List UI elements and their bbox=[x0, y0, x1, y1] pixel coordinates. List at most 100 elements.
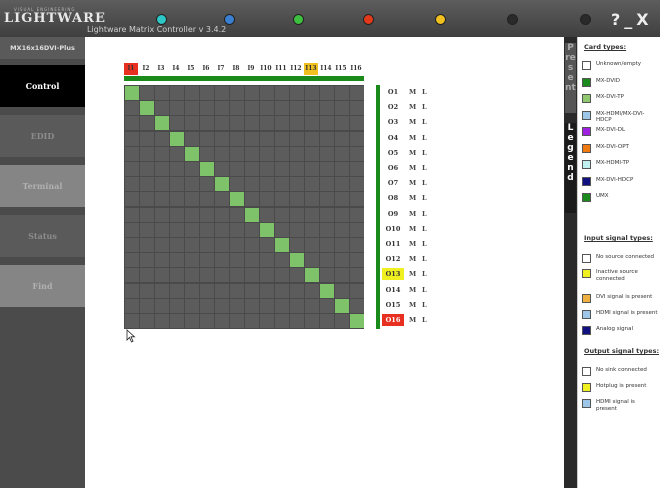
mute-button[interactable]: M bbox=[409, 116, 416, 128]
crosspoint-cell[interactable] bbox=[320, 101, 334, 116]
tab-present[interactable]: Present bbox=[565, 43, 576, 113]
crosspoint-cell[interactable] bbox=[290, 116, 304, 131]
output-label-o5[interactable]: O5 bbox=[382, 147, 404, 159]
crosspoint-cell[interactable] bbox=[290, 314, 304, 328]
crosspoint-cell[interactable] bbox=[350, 86, 364, 100]
crosspoint-cell[interactable] bbox=[200, 177, 214, 192]
mute-button[interactable]: M bbox=[409, 223, 416, 235]
crosspoint-cell[interactable] bbox=[350, 222, 364, 237]
crosspoint-cell[interactable] bbox=[320, 283, 334, 298]
crosspoint-cell[interactable] bbox=[125, 268, 139, 283]
crosspoint-cell[interactable] bbox=[275, 253, 289, 268]
crosspoint-cell[interactable] bbox=[335, 253, 349, 268]
crosspoint-cell[interactable] bbox=[350, 207, 364, 222]
crosspoint-cell[interactable] bbox=[200, 116, 214, 131]
crosspoint-cell[interactable] bbox=[140, 101, 154, 116]
crosspoint-cell[interactable] bbox=[215, 101, 229, 116]
crosspoint-cell[interactable] bbox=[320, 298, 334, 313]
crosspoint-cell[interactable] bbox=[350, 298, 364, 313]
crosspoint-cell[interactable] bbox=[140, 116, 154, 131]
output-label-o11[interactable]: O11 bbox=[382, 238, 404, 250]
crosspoint-cell[interactable] bbox=[305, 207, 319, 222]
output-label-o15[interactable]: O15 bbox=[382, 299, 404, 311]
crosspoint-cell[interactable] bbox=[200, 253, 214, 268]
crosspoint-cell[interactable] bbox=[125, 253, 139, 268]
input-header-i12[interactable]: I12 bbox=[289, 63, 303, 75]
crosspoint-cell[interactable] bbox=[125, 192, 139, 207]
crosspoint-cell[interactable] bbox=[335, 222, 349, 237]
output-label-o7[interactable]: O7 bbox=[382, 177, 404, 189]
crosspoint-cell[interactable] bbox=[290, 222, 304, 237]
input-header-i11[interactable]: I11 bbox=[274, 63, 288, 75]
crosspoint-cell[interactable] bbox=[350, 283, 364, 298]
crosspoint-cell[interactable] bbox=[260, 101, 274, 116]
crosspoint-cell[interactable] bbox=[290, 131, 304, 146]
mute-button[interactable]: M bbox=[409, 101, 416, 113]
crosspoint-cell[interactable] bbox=[260, 207, 274, 222]
lock-button[interactable]: L bbox=[422, 192, 427, 204]
lock-button[interactable]: L bbox=[422, 132, 427, 144]
crosspoint-cell[interactable] bbox=[230, 314, 244, 328]
crosspoint-cell[interactable] bbox=[245, 101, 259, 116]
mute-button[interactable]: M bbox=[409, 177, 416, 189]
crosspoint-cell[interactable] bbox=[275, 116, 289, 131]
crosspoint-cell[interactable] bbox=[290, 192, 304, 207]
mute-button[interactable]: M bbox=[409, 268, 416, 280]
crosspoint-cell[interactable] bbox=[275, 268, 289, 283]
crosspoint-cell[interactable] bbox=[170, 253, 184, 268]
crosspoint-cell[interactable] bbox=[245, 131, 259, 146]
crosspoint-cell[interactable] bbox=[140, 222, 154, 237]
crosspoint-cell[interactable] bbox=[350, 268, 364, 283]
crosspoint-cell[interactable] bbox=[335, 283, 349, 298]
crosspoint-cell[interactable] bbox=[305, 283, 319, 298]
output-label-o1[interactable]: O1 bbox=[382, 86, 404, 98]
crosspoint-cell[interactable] bbox=[275, 222, 289, 237]
crosspoint-cell[interactable] bbox=[245, 192, 259, 207]
crosspoint-cell[interactable] bbox=[230, 101, 244, 116]
crosspoint-cell[interactable] bbox=[230, 86, 244, 100]
crosspoint-cell[interactable] bbox=[200, 101, 214, 116]
crosspoint-cell[interactable] bbox=[125, 162, 139, 176]
lock-button[interactable]: L bbox=[422, 223, 427, 235]
crosspoint-cell[interactable] bbox=[140, 162, 154, 176]
crosspoint-cell[interactable] bbox=[185, 192, 199, 207]
crosspoint-cell[interactable] bbox=[185, 101, 199, 116]
crosspoint-cell[interactable] bbox=[155, 162, 169, 176]
crosspoint-cell[interactable] bbox=[245, 314, 259, 328]
lock-button[interactable]: L bbox=[422, 162, 427, 174]
crosspoint-cell[interactable] bbox=[125, 131, 139, 146]
crosspoint-cell[interactable] bbox=[305, 177, 319, 192]
crosspoint-cell[interactable] bbox=[320, 222, 334, 237]
crosspoint-cell[interactable] bbox=[245, 238, 259, 252]
crosspoint-cell[interactable] bbox=[320, 162, 334, 176]
crosspoint-cell[interactable] bbox=[185, 146, 199, 161]
crosspoint-cell[interactable] bbox=[140, 283, 154, 298]
crosspoint-cell[interactable] bbox=[200, 192, 214, 207]
crosspoint-cell[interactable] bbox=[215, 268, 229, 283]
crosspoint-cell[interactable] bbox=[230, 207, 244, 222]
crosspoint-cell[interactable] bbox=[125, 283, 139, 298]
crosspoint-cell[interactable] bbox=[155, 298, 169, 313]
crosspoint-cell[interactable] bbox=[245, 207, 259, 222]
crosspoint-cell[interactable] bbox=[305, 298, 319, 313]
crosspoint-cell[interactable] bbox=[320, 86, 334, 100]
crosspoint-cell[interactable] bbox=[230, 116, 244, 131]
output-label-o4[interactable]: O4 bbox=[382, 132, 404, 144]
nav-edid[interactable]: EDID bbox=[0, 115, 85, 157]
crosspoint-cell[interactable] bbox=[170, 131, 184, 146]
mute-button[interactable]: M bbox=[409, 162, 416, 174]
crosspoint-cell[interactable] bbox=[185, 283, 199, 298]
crosspoint-cell[interactable] bbox=[260, 283, 274, 298]
crosspoint-cell[interactable] bbox=[140, 298, 154, 313]
crosspoint-cell[interactable] bbox=[215, 162, 229, 176]
crosspoint-cell[interactable] bbox=[335, 238, 349, 252]
crosspoint-cell[interactable] bbox=[170, 101, 184, 116]
crosspoint-cell[interactable] bbox=[230, 298, 244, 313]
crosspoint-cell[interactable] bbox=[215, 238, 229, 252]
crosspoint-cell[interactable] bbox=[350, 116, 364, 131]
input-header-i13[interactable]: I13 bbox=[304, 63, 318, 75]
crosspoint-cell[interactable] bbox=[305, 162, 319, 176]
crosspoint-cell[interactable] bbox=[215, 192, 229, 207]
crosspoint-cell[interactable] bbox=[245, 162, 259, 176]
lock-button[interactable]: L bbox=[422, 238, 427, 250]
